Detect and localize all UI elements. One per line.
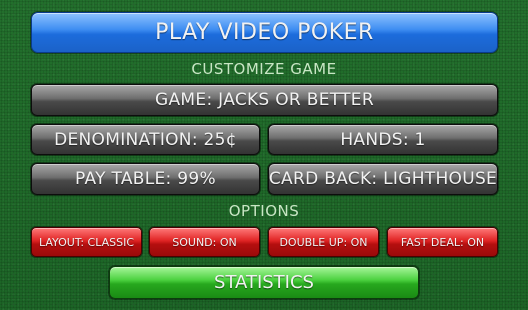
fast-deal-option-label: FAST DEAL: ON — [400, 235, 485, 249]
double-up-option-label: DOUBLE UP: ON — [279, 235, 368, 249]
double-up-option-button[interactable]: DOUBLE UP: ON — [268, 227, 379, 257]
play-video-poker-label: PLAY VIDEO POKER — [155, 20, 374, 45]
statistics-label: STATISTICS — [214, 272, 314, 293]
play-video-poker-button[interactable]: PLAY VIDEO POKER — [31, 12, 498, 53]
sound-option-button[interactable]: SOUND: ON — [149, 227, 260, 257]
denomination-label: DENOMINATION: 25¢ — [54, 129, 237, 150]
card-back-label: CARD BACK: LIGHTHOUSE — [268, 169, 498, 189]
sound-option-label: SOUND: ON — [172, 235, 237, 249]
customize-game-heading: CUSTOMIZE GAME — [191, 60, 337, 78]
game-select-label: GAME: JACKS OR BETTER — [155, 90, 374, 110]
fast-deal-option-button[interactable]: FAST DEAL: ON — [387, 227, 498, 257]
denomination-button[interactable]: DENOMINATION: 25¢ — [31, 124, 260, 155]
pay-table-label: PAY TABLE: 99% — [75, 169, 216, 189]
game-select-button[interactable]: GAME: JACKS OR BETTER — [31, 84, 498, 116]
pay-table-button[interactable]: PAY TABLE: 99% — [31, 163, 260, 195]
card-back-button[interactable]: CARD BACK: LIGHTHOUSE — [268, 163, 498, 195]
layout-option-label: LAYOUT: CLASSIC — [38, 235, 135, 249]
hands-label: HANDS: 1 — [340, 129, 426, 150]
options-heading: OPTIONS — [228, 202, 300, 220]
layout-option-button[interactable]: LAYOUT: CLASSIC — [31, 227, 142, 257]
statistics-button[interactable]: STATISTICS — [109, 266, 419, 299]
hands-button[interactable]: HANDS: 1 — [268, 124, 498, 155]
